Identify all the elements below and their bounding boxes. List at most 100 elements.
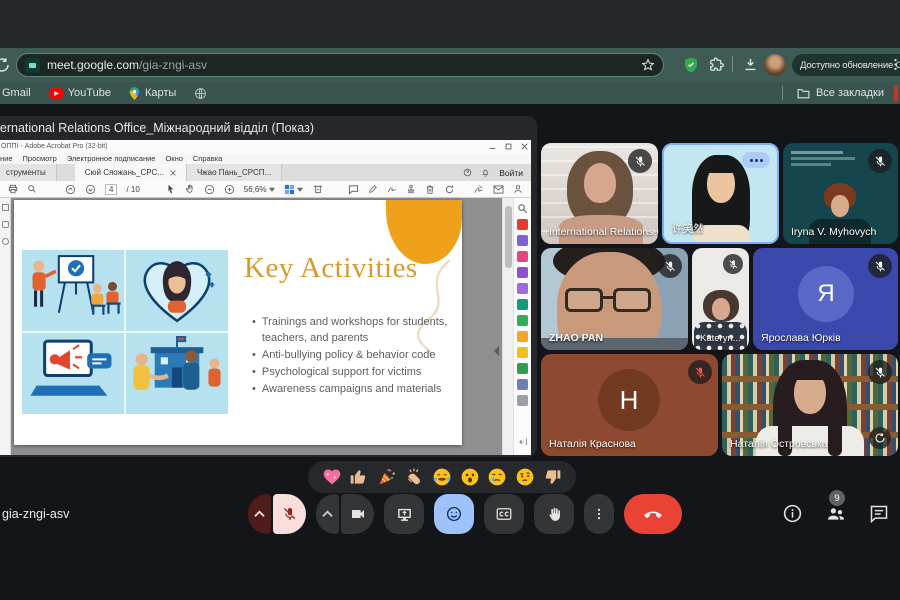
sidebar-collapse-icon[interactable] [518,437,528,447]
maximize-icon[interactable] [505,143,512,150]
crying-face-icon[interactable] [487,467,507,487]
page-down-icon[interactable] [85,184,96,195]
captions-button[interactable] [484,494,524,534]
thumbs-down-icon[interactable] [542,467,562,487]
protect-icon[interactable] [517,379,528,390]
thinking-face-icon[interactable] [515,467,535,487]
tab-doc-2[interactable]: Чжао Пань_СРСП... [186,164,283,181]
tile-options-button[interactable] [742,152,770,168]
zoom-level-select[interactable]: 56,6% [244,185,276,194]
page-view-menu[interactable] [284,184,304,195]
fill-sign-icon[interactable] [473,184,484,194]
address-bar[interactable]: meet.google.com/gia-zngi-asv [16,53,664,77]
print-icon[interactable] [8,184,18,194]
reload-icon[interactable] [0,56,11,74]
tile-xu-xiaoran[interactable]: 许笑然 [662,143,779,244]
chat-icon[interactable] [869,504,889,524]
convert-icon[interactable] [517,299,528,310]
tile-yaroslava-yurkiv[interactable]: Я Ярослава Юрків [753,248,898,350]
tile-iryna-myhovych[interactable]: Iryna V. Myhovych [783,143,898,244]
search-icon[interactable] [27,184,37,194]
refresh-icon[interactable] [444,184,455,195]
stamp-icon[interactable] [406,184,416,194]
zoom-out-icon[interactable] [204,184,215,195]
minimize-icon[interactable] [489,143,496,150]
bookmark-star-icon[interactable] [641,58,655,72]
more-options-button[interactable] [584,494,614,534]
download-icon[interactable] [742,56,759,73]
share-tool-icon[interactable] [517,395,528,406]
menu-edit[interactable]: ние [0,154,13,163]
shield-icon[interactable] [682,56,700,74]
comment-icon[interactable] [348,184,359,195]
bookmark-globe[interactable] [194,87,207,100]
clapping-hands-icon[interactable] [404,467,424,487]
menu-view[interactable]: Просмотр [23,154,57,163]
thumbnails-panel-icon[interactable] [1,204,9,211]
edit-pdf-icon[interactable] [517,283,528,294]
bookmark-youtube[interactable]: YouTube [48,87,111,99]
tile-nataliia-ostrovska[interactable]: Наталія Островська [722,354,898,456]
close-icon[interactable] [521,143,528,150]
menu-esign[interactable]: Электронное подписание [67,154,156,163]
tile-international-relations[interactable]: International Relations O... [541,143,658,244]
fill-sign-tool-icon[interactable] [517,331,528,342]
envelope-icon[interactable] [493,184,504,194]
search-tool-icon[interactable] [517,203,528,214]
bookmarks-panel-icon[interactable] [1,221,9,228]
thumbs-up-icon[interactable] [349,467,369,487]
bookmark-maps[interactable]: Карты [129,86,176,100]
extensions-icon[interactable] [708,56,725,73]
menu-help[interactable]: Справка [193,154,222,163]
surprised-face-icon[interactable] [460,467,480,487]
page-number-input[interactable]: 4 [105,183,118,195]
mic-options-chevron[interactable] [248,494,271,534]
help-icon[interactable] [463,168,472,177]
excel-export-icon[interactable] [517,315,528,326]
export-pdf-icon[interactable] [517,219,528,230]
tab-tools[interactable]: струменты [0,164,57,181]
trash-icon[interactable] [425,184,435,195]
tab-close-icon[interactable] [170,169,176,176]
menu-window[interactable]: Окно [165,154,182,163]
print-production-icon[interactable] [517,363,528,374]
create-pdf-icon[interactable] [517,235,528,246]
organize-pages-icon[interactable] [517,267,528,278]
tile-kateryna[interactable]: Kateryn... [692,248,749,350]
sparkling-heart-icon[interactable] [322,467,342,487]
scrollbar[interactable] [502,198,513,455]
combine-files-icon[interactable] [517,251,528,262]
tab-doc-1[interactable]: Сюй Сяожань_СРС... [74,164,187,181]
signin-button[interactable]: Войти [499,168,523,178]
page-up-icon[interactable] [65,184,76,195]
people-button[interactable]: 9 [825,490,847,524]
account-icon[interactable] [513,184,523,194]
select-tool-icon[interactable] [166,184,176,194]
comment-tool-icon[interactable] [517,347,528,358]
ink-signature-icon[interactable] [387,184,397,194]
camera-toggle-button[interactable] [341,494,374,534]
flip-camera-badge[interactable] [869,427,891,449]
reactions-button[interactable] [434,494,474,534]
tears-of-joy-icon[interactable] [432,467,452,487]
chrome-update-button[interactable]: Доступно обновление Chrome [792,54,900,76]
scrollbar-thumb[interactable] [505,206,512,268]
bell-icon[interactable] [481,168,490,177]
panel-collapse-arrow[interactable] [494,346,499,356]
tile-zhao-pan[interactable]: ZHAO PAN [541,248,688,350]
site-info-icon[interactable] [25,57,40,73]
raise-hand-button[interactable] [534,494,574,534]
info-icon[interactable] [782,503,803,524]
tile-nataliia-krasnova[interactable]: Н Наталія Краснова [541,354,718,456]
end-call-button[interactable] [624,494,682,534]
edit-pencil-icon[interactable] [368,184,378,194]
present-button[interactable] [384,494,424,534]
party-popper-icon[interactable] [377,467,397,487]
attachments-panel-icon[interactable] [1,238,9,245]
hand-tool-icon[interactable] [185,184,195,194]
profile-avatar[interactable] [764,54,786,76]
bookmark-gmail[interactable]: Gmail [2,87,31,99]
mic-toggle-button[interactable] [273,494,306,534]
camera-options-chevron[interactable] [316,494,339,534]
all-bookmarks-button[interactable]: Все закладки [781,85,898,101]
